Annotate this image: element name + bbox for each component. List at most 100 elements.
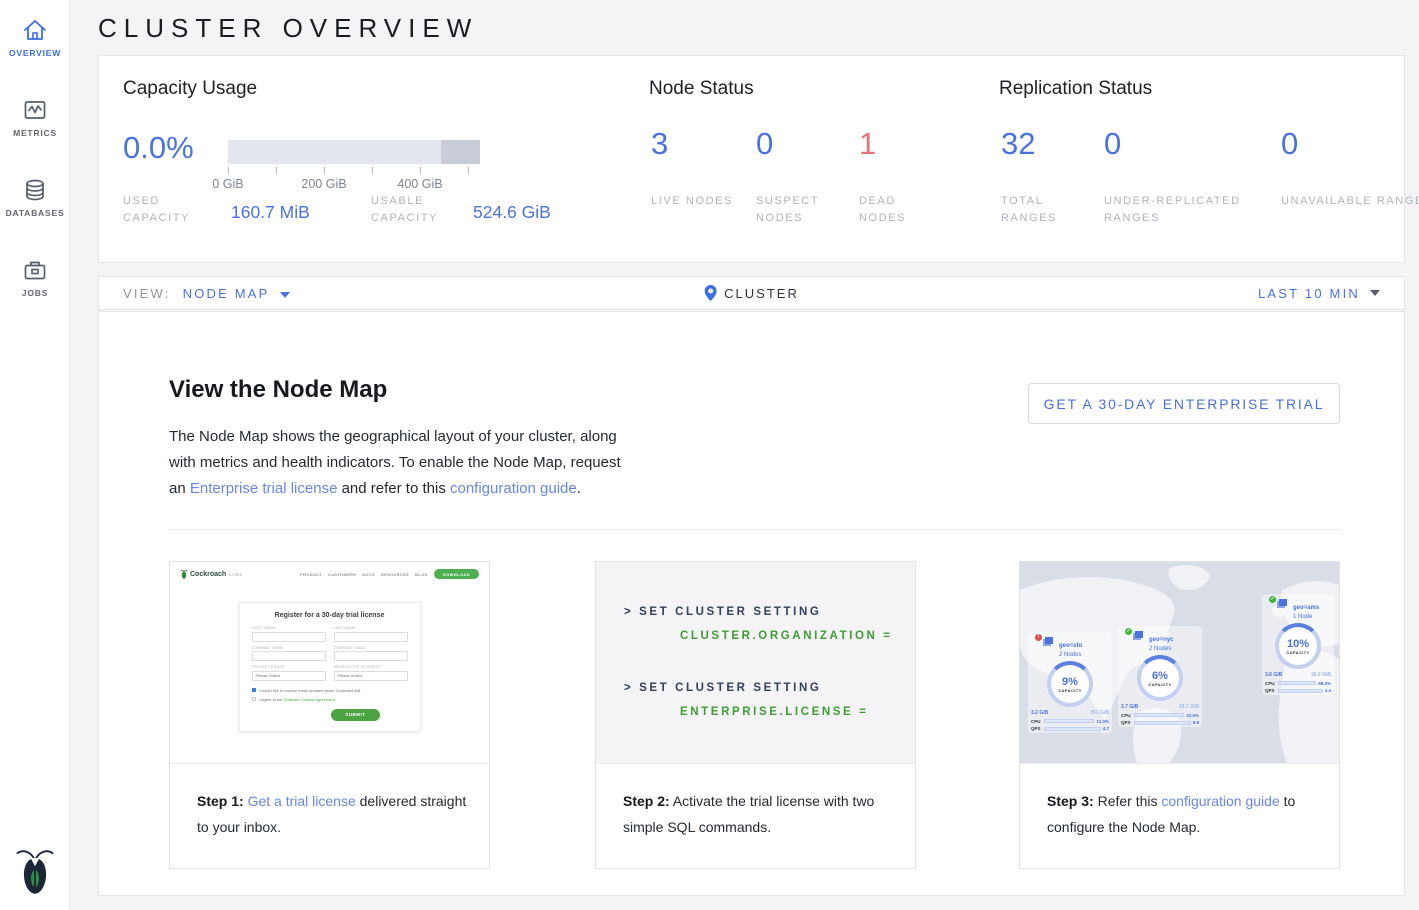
axis-tick-label: 200 GiB [289, 177, 359, 191]
configuration-guide-link[interactable]: configuration guide [450, 480, 577, 497]
capacity-usage-title: Capacity Usage [123, 78, 257, 100]
usable-capacity-label: USABLE CAPACITY [371, 193, 457, 227]
page-title: CLUSTER OVERVIEW [98, 13, 478, 44]
under-replicated-ranges-value: 0 [1104, 126, 1121, 162]
cockroach-labs-wordmark: Cockroach LABS [180, 569, 243, 579]
field-label: FIRST NAME [252, 626, 326, 630]
metrics-chart-icon [21, 96, 49, 124]
checkbox-label: I agree to the Software License Agreemen… [259, 697, 336, 702]
node-cube-icon [1279, 599, 1287, 606]
enterprise-trial-license-link[interactable]: Enterprise trial license [190, 480, 338, 497]
field-label: PROJECT PHASE [252, 665, 326, 669]
healthy-status-icon: ✓ [1125, 628, 1132, 635]
node-cube-icon [1135, 631, 1143, 638]
step2-caption: Step 2: Activate the trial license with … [596, 764, 915, 840]
locality-badge-ams: ✓ geo=ams 1 Node 10% CAPACITY 3.6 GiB36.… [1262, 594, 1334, 695]
sidebar-item-jobs[interactable]: JOBS [0, 256, 70, 298]
node-cube-icon [1045, 637, 1053, 644]
company-name-field [252, 651, 326, 661]
alert-status-icon: ! [1035, 634, 1042, 641]
capacity-gauge: 6% CAPACITY [1137, 655, 1183, 701]
total-ranges-label: TOTAL RANGES [1001, 193, 1087, 227]
sql-setting-line: CLUSTER.ORGANIZATION = [680, 630, 915, 642]
reason-select: Please Select [334, 671, 408, 681]
qps-bar [1278, 689, 1323, 693]
map-pin-icon [704, 285, 716, 301]
email-updates-checkbox [252, 688, 257, 693]
dead-nodes-label: DEAD NODES [859, 193, 945, 227]
locality-label: CLUSTER [724, 286, 799, 301]
view-bar: VIEW: NODE MAP CLUSTER LAST 10 MIN [98, 276, 1405, 310]
get-trial-license-link[interactable]: Get a trial license [248, 793, 356, 809]
view-selector[interactable]: NODE MAP [183, 286, 290, 301]
sidebar-item-overview[interactable]: OVERVIEW [0, 16, 70, 58]
capacity-gauge: 9% CAPACITY [1047, 661, 1093, 707]
divider [169, 529, 1340, 530]
database-icon [21, 176, 49, 204]
locality-badge-nyc: ✓ geo=nyc 2 Nodes 6% CAPACITY 3.7 GiB43.… [1118, 626, 1202, 727]
project-phase-select: Please Select [252, 671, 326, 681]
nav-link: BLOG [415, 572, 428, 577]
node-map-panel: View the Node Map The Node Map shows the… [98, 311, 1405, 896]
qps-bar [1134, 721, 1191, 725]
briefcase-icon [21, 256, 49, 284]
sidebar-item-label: OVERVIEW [0, 48, 70, 58]
sql-command-line: > SET CLUSTER SETTING [624, 606, 915, 618]
sql-commands-thumbnail: > SET CLUSTER SETTING CLUSTER.ORGANIZATI… [596, 562, 915, 764]
trial-site-nav: PRODUCT CUSTOMERS DOCS RESOURCES BLOG DO… [300, 569, 479, 579]
form-title: Register for a 30-day trial license [252, 612, 408, 619]
trial-site-thumbnail: Cockroach LABS PRODUCT CUSTOMERS DOCS RE… [170, 562, 489, 764]
sidebar-item-label: JOBS [0, 288, 70, 298]
company-email-field [334, 651, 408, 661]
step1-card: Cockroach LABS PRODUCT CUSTOMERS DOCS RE… [169, 561, 490, 869]
suspect-nodes-value: 0 [756, 126, 773, 162]
dead-nodes-value: 1 [859, 126, 876, 162]
step2-card: > SET CLUSTER SETTING CLUSTER.ORGANIZATI… [595, 561, 916, 869]
last-name-field [334, 632, 408, 642]
configuration-guide-link[interactable]: configuration guide [1161, 793, 1279, 809]
capacity-axis-ticks [228, 167, 470, 174]
unavailable-ranges-label: UNAVAILABLE RANGES [1281, 193, 1419, 210]
trial-registration-form: Register for a 30-day trial license FIRS… [239, 602, 421, 732]
capacity-used-percent: 0.0% [123, 130, 194, 166]
nav-link: PRODUCT [300, 572, 322, 577]
healthy-status-icon: ✓ [1269, 596, 1276, 603]
nav-link: CUSTOMERS [328, 572, 356, 577]
sidebar-item-label: METRICS [0, 128, 70, 138]
usable-capacity-value: 524.6 GiB [473, 202, 551, 223]
used-capacity-value: 160.7 MiB [231, 202, 310, 223]
cpu-bar [1134, 713, 1184, 717]
nav-link: DOCS [362, 572, 375, 577]
node-status-title: Node Status [649, 78, 754, 100]
chevron-down-icon [280, 292, 290, 298]
sidebar-item-label: DATABASES [0, 208, 70, 218]
cpu-bar [1044, 719, 1094, 723]
unavailable-ranges-value: 0 [1281, 126, 1298, 162]
time-range-selector[interactable]: LAST 10 MIN [1258, 277, 1380, 309]
sidebar-item-metrics[interactable]: METRICS [0, 96, 70, 138]
view-label: VIEW: [123, 286, 171, 301]
capacity-bar [228, 140, 480, 164]
chevron-down-icon [1370, 290, 1380, 296]
submit-button: SUBMIT [331, 709, 379, 721]
locality-breadcrumb[interactable]: CLUSTER [704, 277, 799, 309]
axis-tick-label: 0 GiB [193, 177, 263, 191]
sql-setting-line: ENTERPRISE.LICENSE = [680, 706, 915, 718]
node-map-description: The Node Map shows the geographical layo… [169, 424, 639, 502]
capacity-gauge: 10% CAPACITY [1275, 623, 1321, 669]
enterprise-trial-button[interactable]: GET A 30-DAY ENTERPRISE TRIAL [1028, 383, 1340, 424]
live-nodes-label: LIVE NODES [651, 193, 737, 210]
cockroach-bug-icon [180, 569, 188, 579]
step3-card: ! geo=sfo 2 Nodes 9% CAPACITY 3.2 GiB351… [1019, 561, 1340, 869]
sidebar-item-databases[interactable]: DATABASES [0, 176, 70, 218]
capacity-bar-reserved-segment [441, 140, 480, 164]
replication-status-title: Replication Status [999, 78, 1152, 100]
step3-caption: Step 3: Refer this configuration guide t… [1020, 764, 1339, 840]
used-capacity-label: USED CAPACITY [123, 193, 209, 227]
step1-caption: Step 1: Get a trial license delivered st… [170, 764, 489, 840]
cluster-summary-panel: Capacity Usage 0.0% 0 GiB 200 GiB 400 Gi… [98, 55, 1405, 263]
field-label: REASON FOR INTEREST [334, 665, 408, 669]
suspect-nodes-label: SUSPECT NODES [756, 193, 842, 227]
cpu-bar [1278, 681, 1316, 685]
locality-badge-sfo: ! geo=sfo 2 Nodes 9% CAPACITY 3.2 GiB351… [1028, 632, 1112, 733]
